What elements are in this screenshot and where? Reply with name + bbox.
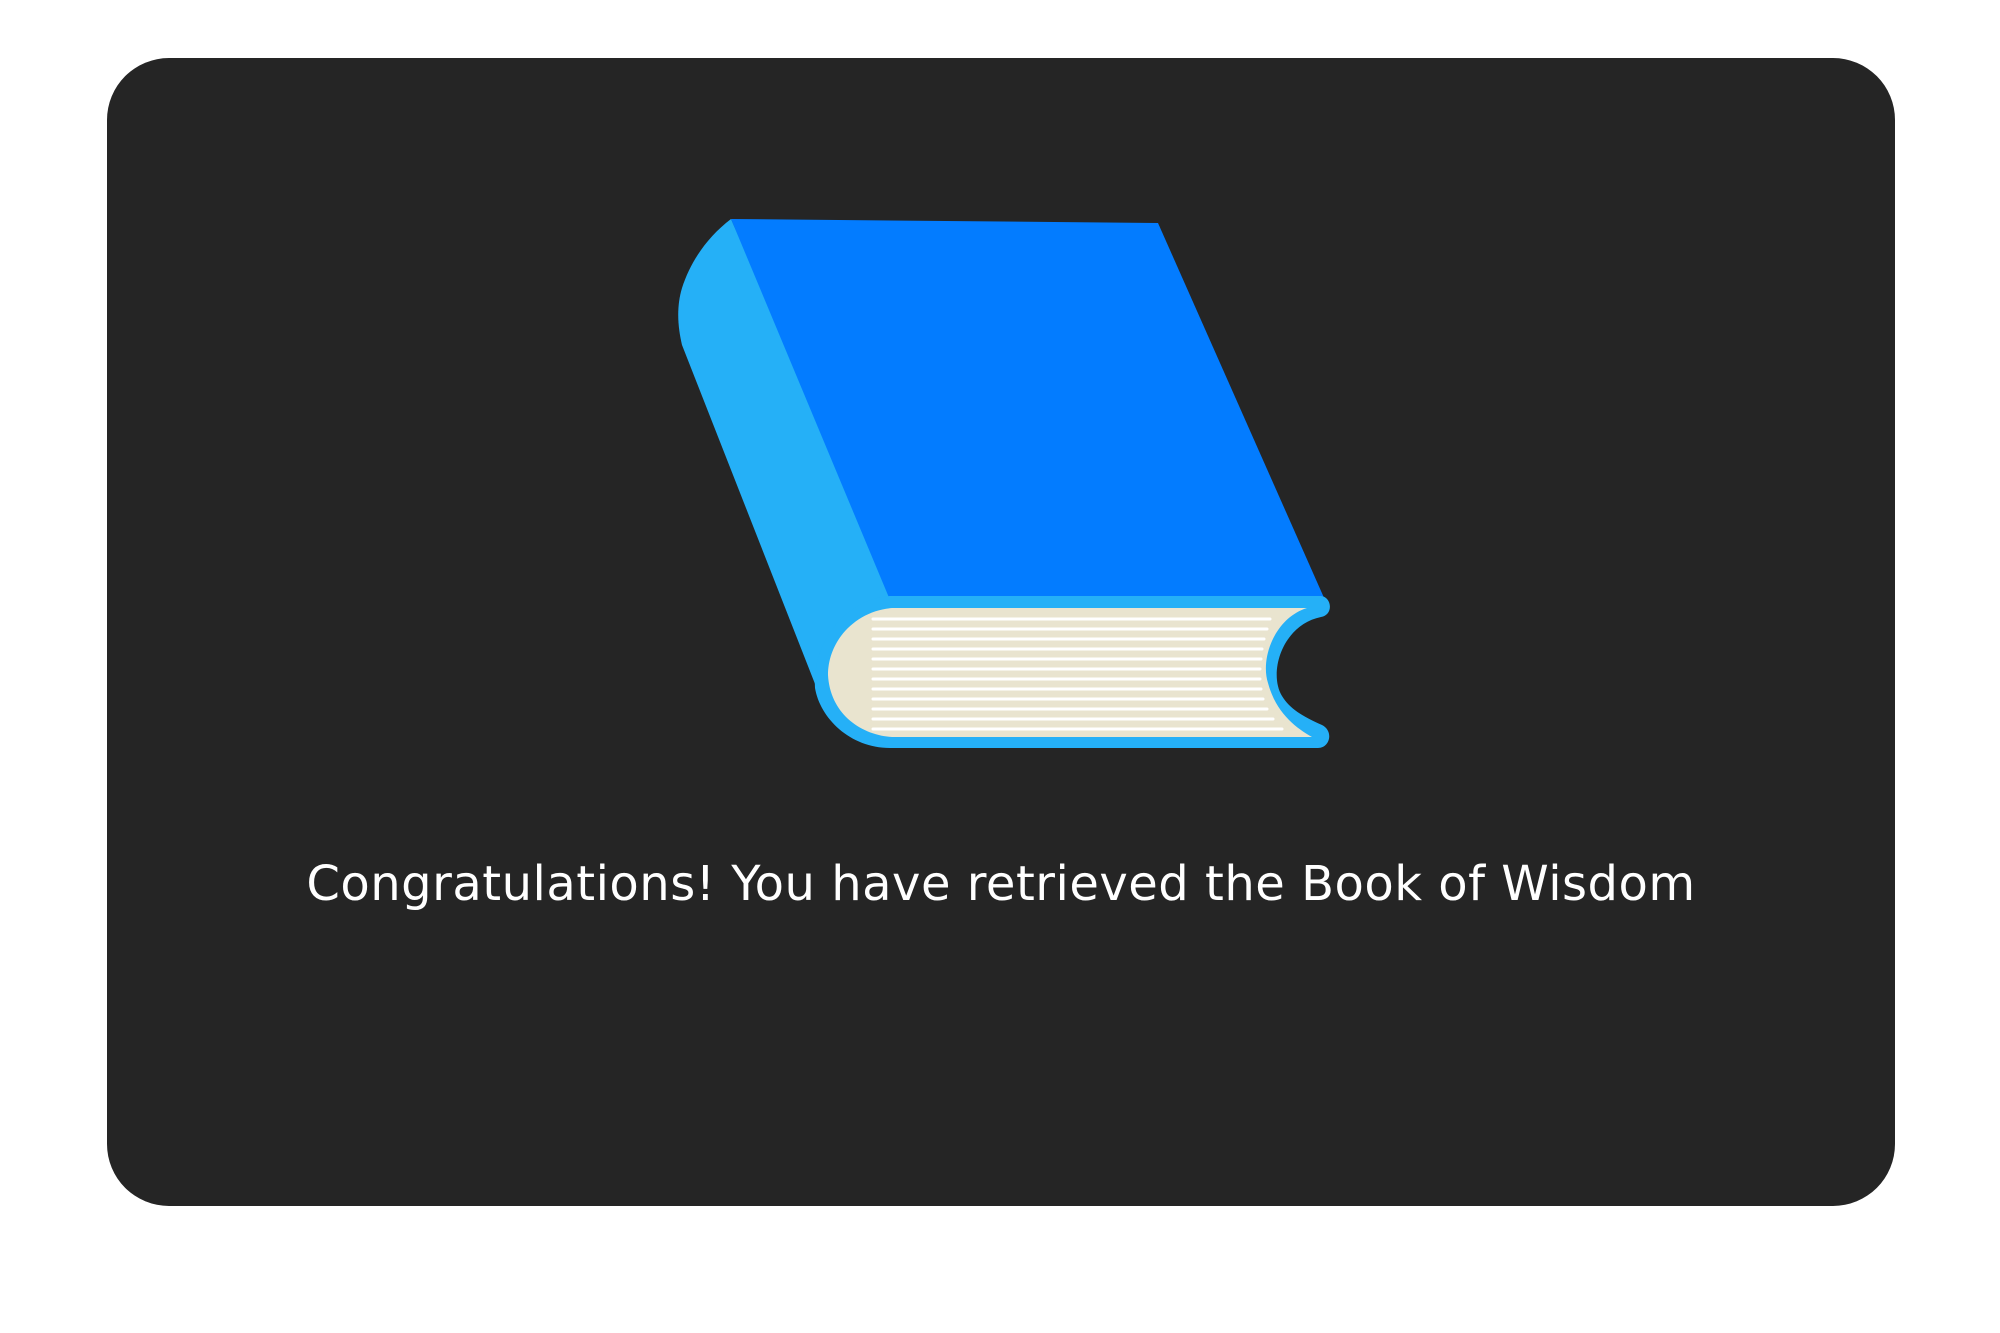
reward-card: Congratulations! You have retrieved the … bbox=[107, 58, 1895, 1206]
book-illustration bbox=[678, 219, 1330, 748]
congratulations-message: Congratulations! You have retrieved the … bbox=[306, 856, 1696, 912]
book-icon bbox=[670, 213, 1460, 838]
